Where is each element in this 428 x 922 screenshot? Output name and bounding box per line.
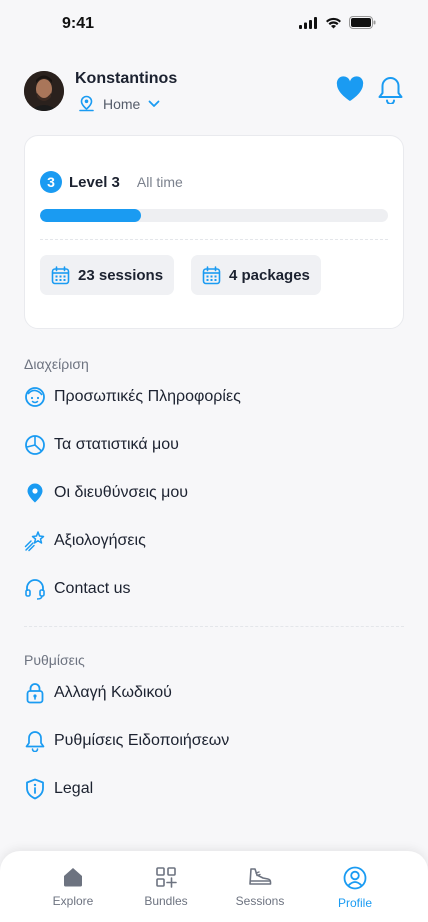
level-row: 3 Level 3 All time: [40, 171, 183, 193]
packages-chip[interactable]: 4 packages: [191, 255, 321, 295]
shield-info-icon: [24, 778, 46, 800]
calendar-icon: [51, 265, 70, 284]
menu-item-label: Ρυθμίσεις Ειδοποιήσεων: [54, 732, 230, 749]
menu-item-reviews[interactable]: Αξιολογήσεις: [24, 526, 404, 556]
section-title-management: Διαχείριση: [24, 356, 89, 372]
home-icon: [64, 868, 82, 887]
location-selector[interactable]: Home: [78, 95, 160, 112]
tab-label: Profile: [337, 896, 372, 910]
card-divider: [40, 239, 388, 240]
level-period[interactable]: All time: [137, 174, 183, 190]
wifi-icon: [326, 17, 341, 28]
calendar-icon: [202, 265, 221, 284]
sessions-count: 23 sessions: [78, 266, 164, 284]
tab-sessions[interactable]: Sessions: [215, 866, 305, 908]
chevron-down-icon: [148, 100, 160, 107]
menu-item-label: Legal: [54, 780, 94, 797]
status-icons: [299, 16, 376, 29]
pie-chart-icon: [24, 434, 46, 456]
sneaker-icon: [249, 868, 272, 885]
menu-item-addresses[interactable]: Οι διευθύνσεις μου: [24, 478, 404, 508]
avatar[interactable]: [24, 71, 64, 111]
section-divider: [24, 626, 404, 627]
sessions-chip[interactable]: 23 sessions: [40, 255, 175, 295]
level-label: Level 3: [69, 173, 120, 191]
packages-count: 4 packages: [229, 266, 310, 284]
section-title-settings: Ρυθμίσεις: [24, 652, 85, 668]
battery-icon: [349, 16, 376, 29]
status-time: 9:41: [62, 15, 95, 32]
headset-icon: [24, 578, 46, 600]
menu-item-label: Αλλαγή Κωδικού: [54, 684, 172, 701]
tab-profile[interactable]: Profile: [310, 866, 400, 910]
menu-item-statistics[interactable]: Τα στατιστικά μου: [24, 430, 404, 460]
bottom-nav: Explore Bundles Sessions Profile: [0, 851, 428, 922]
menu-item-change-password[interactable]: Αλλαγή Κωδικού: [24, 678, 404, 708]
header-actions: [336, 76, 404, 104]
location-user-icon: [79, 95, 94, 112]
avatar-photo-icon: [24, 71, 64, 111]
level-progress-bar: [40, 209, 388, 222]
signal-icon: [299, 16, 317, 29]
menu-item-legal[interactable]: Legal: [24, 774, 404, 804]
profile-header: Konstantinos Home: [24, 70, 404, 114]
level-card: 3 Level 3 All time 23 sessions 4 package…: [24, 135, 404, 329]
tab-explore[interactable]: Explore: [28, 866, 118, 908]
grid-plus-icon: [156, 867, 177, 888]
menu-item-contact-us[interactable]: Contact us: [24, 574, 404, 604]
location-pin-icon: [24, 482, 46, 504]
tab-label: Explore: [52, 894, 94, 908]
bell-icon[interactable]: [377, 76, 404, 104]
tab-label: Sessions: [235, 894, 285, 908]
menu-item-label: Οι διευθύνσεις μου: [54, 484, 189, 501]
menu-item-label: Αξιολογήσεις: [54, 532, 146, 549]
status-bar: 9:41: [0, 0, 428, 50]
location-label: Home: [103, 95, 141, 112]
menu-item-label: Contact us: [54, 580, 131, 597]
heart-icon[interactable]: [336, 76, 364, 102]
menu-item-label: Προσωπικές Πληροφορίες: [54, 388, 241, 405]
lock-icon: [24, 682, 46, 704]
level-progress-fill: [40, 209, 141, 222]
tab-label: Bundles: [144, 894, 188, 908]
menu-item-notification-settings[interactable]: Ρυθμίσεις Ειδοποιήσεων: [24, 726, 404, 756]
stars-icon: [24, 530, 46, 552]
user-name: Konstantinos: [75, 70, 178, 87]
tab-bundles[interactable]: Bundles: [121, 866, 211, 908]
menu-item-personal-info[interactable]: Προσωπικές Πληροφορίες: [24, 382, 404, 412]
menu-item-label: Τα στατιστικά μου: [54, 436, 179, 453]
bell-icon: [24, 730, 46, 752]
user-circle-icon: [343, 866, 367, 890]
face-icon: [24, 386, 46, 408]
level-badge: 3: [40, 171, 62, 193]
